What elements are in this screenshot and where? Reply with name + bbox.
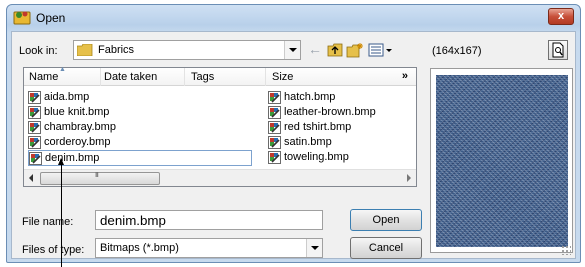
resize-grip-icon[interactable] — [561, 245, 571, 255]
bitmap-file-icon — [28, 106, 41, 119]
column-date-taken[interactable]: Date taken — [104, 71, 157, 83]
folder-icon — [77, 44, 93, 56]
column-divider[interactable] — [265, 68, 266, 86]
up-folder-icon[interactable] — [327, 41, 343, 59]
preview-toggle-button[interactable] — [548, 40, 568, 60]
column-divider[interactable] — [184, 68, 185, 86]
annotation-arrow — [58, 158, 64, 267]
list-item[interactable]: hatch.bmp — [268, 90, 448, 105]
list-item[interactable]: leather-brown.bmp — [268, 105, 448, 120]
file-name: denim.bmp — [45, 152, 100, 164]
column-header: Name ▲ Date taken Tags Size » — [24, 66, 416, 86]
title-bar[interactable]: Open x — [7, 5, 580, 31]
file-name: leather-brown.bmp — [284, 106, 376, 118]
look-in-dropdown[interactable]: Fabrics — [73, 40, 301, 60]
dialog-body: Look in: Fabrics ← (164x167) Name ▲ Date… — [11, 31, 576, 259]
more-columns-icon[interactable]: » — [402, 70, 408, 82]
look-in-label: Look in: — [19, 45, 58, 57]
file-name: red tshirt.bmp — [284, 121, 352, 133]
file-name-label: File name: — [22, 216, 74, 228]
window-title: Open — [36, 11, 66, 25]
open-dialog: Open x Look in: Fabrics ← (164x167) Name… — [6, 4, 581, 263]
cancel-button[interactable]: Cancel — [350, 237, 422, 259]
bitmap-file-icon — [268, 151, 281, 164]
open-button[interactable]: Open — [350, 209, 422, 231]
app-icon — [13, 11, 31, 25]
bitmap-file-icon — [268, 121, 281, 134]
chevron-down-icon[interactable] — [306, 239, 322, 257]
scroll-left-icon[interactable] — [29, 174, 33, 182]
close-button[interactable]: x — [548, 8, 574, 25]
close-icon: x — [557, 10, 565, 22]
file-name: satin.bmp — [284, 136, 332, 148]
list-item[interactable]: red tshirt.bmp — [268, 120, 448, 135]
preview-icon — [552, 42, 564, 58]
chevron-down-icon[interactable] — [284, 41, 300, 59]
back-arrow-icon[interactable]: ← — [308, 41, 324, 59]
file-name: hatch.bmp — [284, 91, 336, 103]
new-folder-icon[interactable] — [346, 41, 364, 59]
bitmap-file-icon — [268, 106, 281, 119]
column-tags[interactable]: Tags — [191, 71, 214, 83]
file-list[interactable]: Name ▲ Date taken Tags Size » aida.bmp b… — [23, 66, 417, 187]
column-divider[interactable] — [100, 68, 101, 86]
column-name[interactable]: Name — [29, 71, 58, 83]
file-name: aida.bmp — [44, 91, 90, 103]
file-name: toweling.bmp — [284, 151, 349, 163]
file-name-field[interactable] — [95, 210, 323, 230]
horizontal-scrollbar[interactable] — [24, 169, 416, 186]
list-item[interactable]: aida.bmp — [28, 90, 208, 105]
list-item[interactable]: chambray.bmp — [28, 120, 208, 135]
file-name: blue knit.bmp — [44, 106, 110, 118]
bitmap-file-icon — [28, 136, 41, 149]
files-of-type-label: Files of type: — [22, 244, 85, 256]
list-item[interactable]: toweling.bmp — [268, 150, 448, 165]
denim-preview-image — [436, 75, 568, 247]
scroll-right-icon[interactable] — [407, 174, 411, 182]
sort-ascending-icon: ▲ — [59, 66, 66, 73]
look-in-value: Fabrics — [98, 44, 135, 56]
bitmap-file-icon — [268, 91, 281, 104]
list-item[interactable]: satin.bmp — [268, 135, 448, 150]
files-of-type-dropdown[interactable]: Bitmaps (*.bmp) — [95, 238, 323, 258]
list-item[interactable]: corderoy.bmp — [28, 135, 208, 150]
preview-size: (164x167) — [432, 45, 482, 57]
bitmap-file-icon — [28, 121, 41, 134]
files-of-type-value: Bitmaps (*.bmp) — [100, 242, 179, 254]
file-name: chambray.bmp — [44, 121, 116, 133]
file-name: corderoy.bmp — [44, 136, 111, 148]
scrollbar-thumb[interactable] — [40, 172, 160, 185]
bitmap-file-icon — [29, 152, 42, 165]
view-menu-icon[interactable] — [368, 41, 394, 59]
bitmap-file-icon — [28, 91, 41, 104]
preview-pane — [430, 68, 573, 253]
bitmap-file-icon — [268, 136, 281, 149]
list-item[interactable]: blue knit.bmp — [28, 105, 208, 120]
column-size[interactable]: Size — [272, 71, 293, 83]
